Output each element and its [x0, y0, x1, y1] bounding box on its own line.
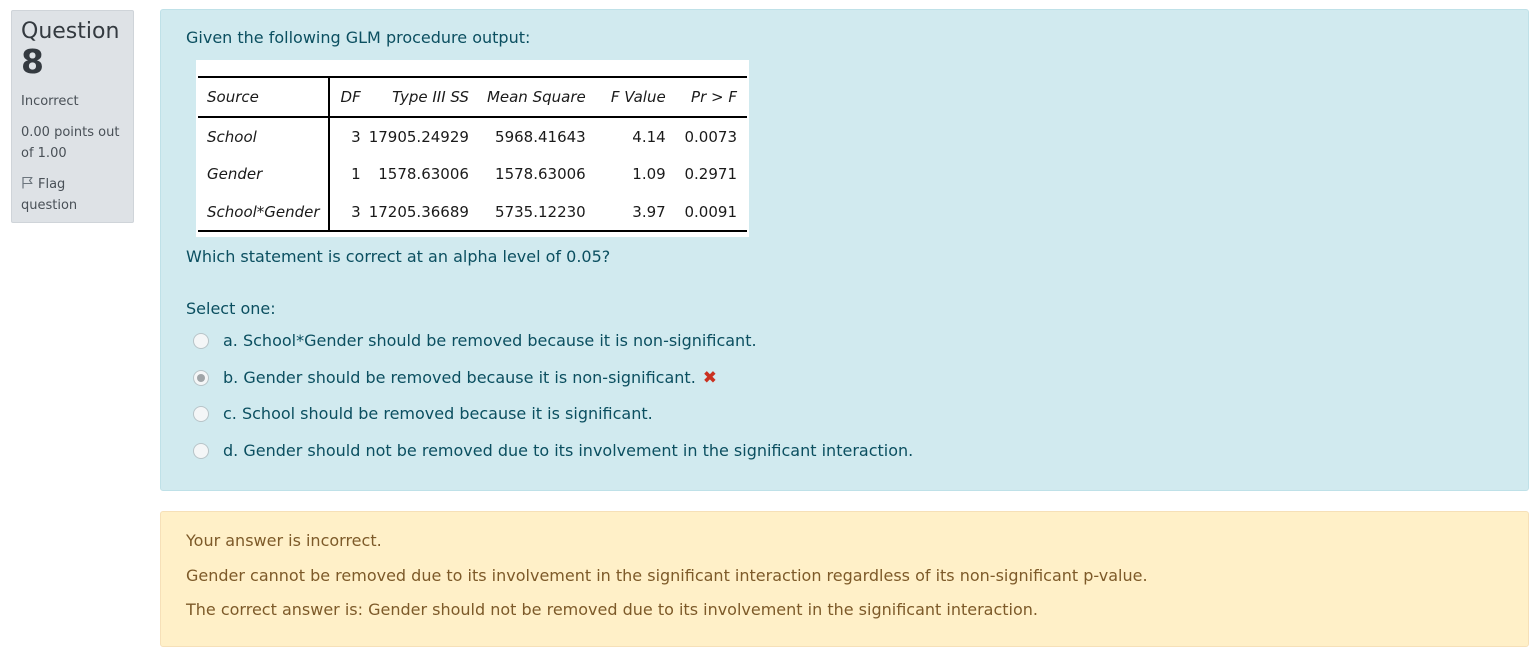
cell-df: 1: [351, 165, 361, 183]
cell-source: Gender: [198, 155, 331, 193]
question-prompt: Which statement is correct at an alpha l…: [186, 247, 611, 266]
header-mean-square: Mean Square: [486, 88, 586, 106]
feedback-explanation: Gender cannot be removed due to its invo…: [186, 566, 1148, 585]
feedback-panel: Your answer is incorrect. Gender cannot …: [160, 511, 1529, 647]
cell-f-value: 1.09: [632, 165, 666, 183]
cell-mean-square: 5735.12230: [495, 202, 586, 221]
grade-line-1: 0.00 points out: [21, 125, 120, 140]
feedback-correct-answer: The correct answer is: Gender should not…: [186, 600, 1038, 619]
answer-label-b: b. Gender should be removed because it i…: [223, 368, 696, 387]
answer-label-a: a. School*Gender should be removed becau…: [223, 331, 757, 350]
flag-label-line-1: Flag: [38, 177, 66, 192]
glm-output-image: Source DF Type III SS Mean Square F Valu…: [196, 60, 749, 237]
cell-type3ss: 1578.63006: [378, 165, 469, 183]
answer-option-b[interactable]: b. Gender should be removed because it i…: [193, 367, 717, 389]
cell-source: School: [198, 117, 331, 155]
radio-c[interactable]: [193, 406, 209, 422]
cell-df: 3: [351, 127, 361, 146]
table-row: Gender 1 1578.63006 1578.63006 1.09 0.29…: [198, 155, 747, 193]
cell-mean-square: 5968.41643: [495, 127, 586, 146]
cell-type3ss: 17205.36689: [368, 202, 469, 221]
cell-f-value: 3.97: [632, 202, 666, 221]
flag-label-line-2: question: [21, 198, 78, 213]
answer-label-c: c. School should be removed because it i…: [223, 404, 653, 423]
glm-output-table: Source DF Type III SS Mean Square F Valu…: [198, 76, 747, 232]
cell-p-value: 0.0091: [684, 202, 738, 221]
answer-option-d[interactable]: d. Gender should not be removed due to i…: [193, 440, 913, 462]
header-type3ss: Type III SS: [392, 88, 469, 106]
header-df: DF: [340, 88, 361, 106]
flag-question-link[interactable]: Flag question: [21, 174, 124, 216]
cell-source: School*Gender: [198, 193, 331, 231]
cell-type3ss: 17905.24929: [368, 127, 469, 146]
table-row: School*Gender 3 17205.36689 5735.12230 3…: [198, 193, 747, 231]
radio-d[interactable]: [193, 443, 209, 459]
radio-b[interactable]: [193, 370, 209, 386]
question-number: 8: [21, 42, 44, 81]
question-grade: 0.00 points out of 1.00: [21, 122, 124, 164]
question-formulation: Given the following GLM procedure output…: [160, 9, 1529, 491]
answer-option-c[interactable]: c. School should be removed because it i…: [193, 403, 653, 425]
answer-label-d: d. Gender should not be removed due to i…: [223, 441, 914, 460]
select-one-label: Select one:: [186, 299, 276, 318]
table-header-row: Source DF Type III SS Mean Square F Valu…: [198, 77, 747, 117]
radio-a[interactable]: [193, 333, 209, 349]
header-p-value: Pr > F: [691, 88, 737, 106]
header-f-value: F Value: [610, 88, 666, 106]
question-state: Incorrect: [21, 94, 79, 109]
answer-option-a[interactable]: a. School*Gender should be removed becau…: [193, 330, 757, 352]
cell-mean-square: 1578.63006: [495, 165, 586, 183]
cell-f-value: 4.14: [632, 127, 666, 146]
header-source: Source: [198, 77, 331, 117]
flag-outline-icon: [22, 176, 33, 189]
cell-p-value: 0.2971: [684, 165, 738, 183]
cell-df: 3: [351, 202, 361, 221]
cross-icon: ✖: [702, 368, 718, 388]
table-row: School 3 17905.24929 5968.41643 4.14 0.0…: [198, 117, 747, 155]
question-info-panel: Question 8 Incorrect 0.00 points out of …: [11, 10, 134, 223]
grade-line-2: of 1.00: [21, 146, 67, 161]
question-intro: Given the following GLM procedure output…: [186, 28, 531, 47]
cell-p-value: 0.0073: [684, 127, 738, 146]
feedback-status: Your answer is incorrect.: [186, 531, 382, 550]
